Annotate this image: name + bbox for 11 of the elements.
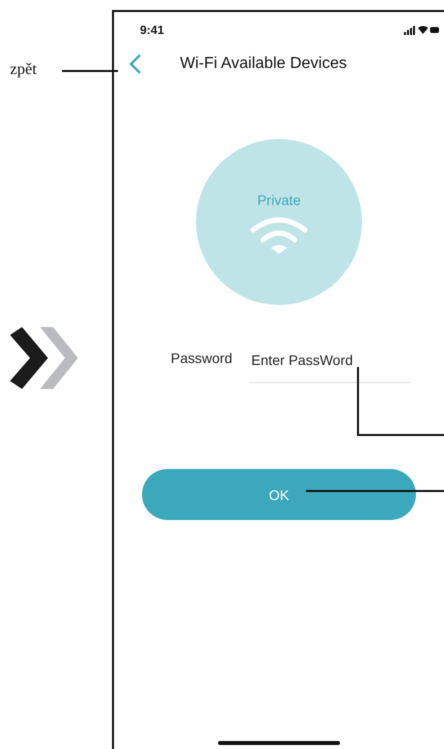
back-icon[interactable] bbox=[128, 53, 142, 75]
ok-button[interactable]: OK bbox=[142, 469, 416, 520]
password-label: Password bbox=[170, 350, 232, 366]
screen-title: Wi-Fi Available Devices bbox=[180, 55, 347, 73]
status-icons bbox=[404, 25, 440, 35]
network-name: Private bbox=[257, 192, 301, 208]
wifi-icon bbox=[249, 216, 309, 256]
password-field[interactable]: Enter PassWord bbox=[249, 349, 412, 383]
annotation-label: zpět bbox=[10, 61, 37, 79]
status-time: 9:41 bbox=[140, 23, 164, 37]
double-chevron-icon bbox=[10, 327, 80, 389]
